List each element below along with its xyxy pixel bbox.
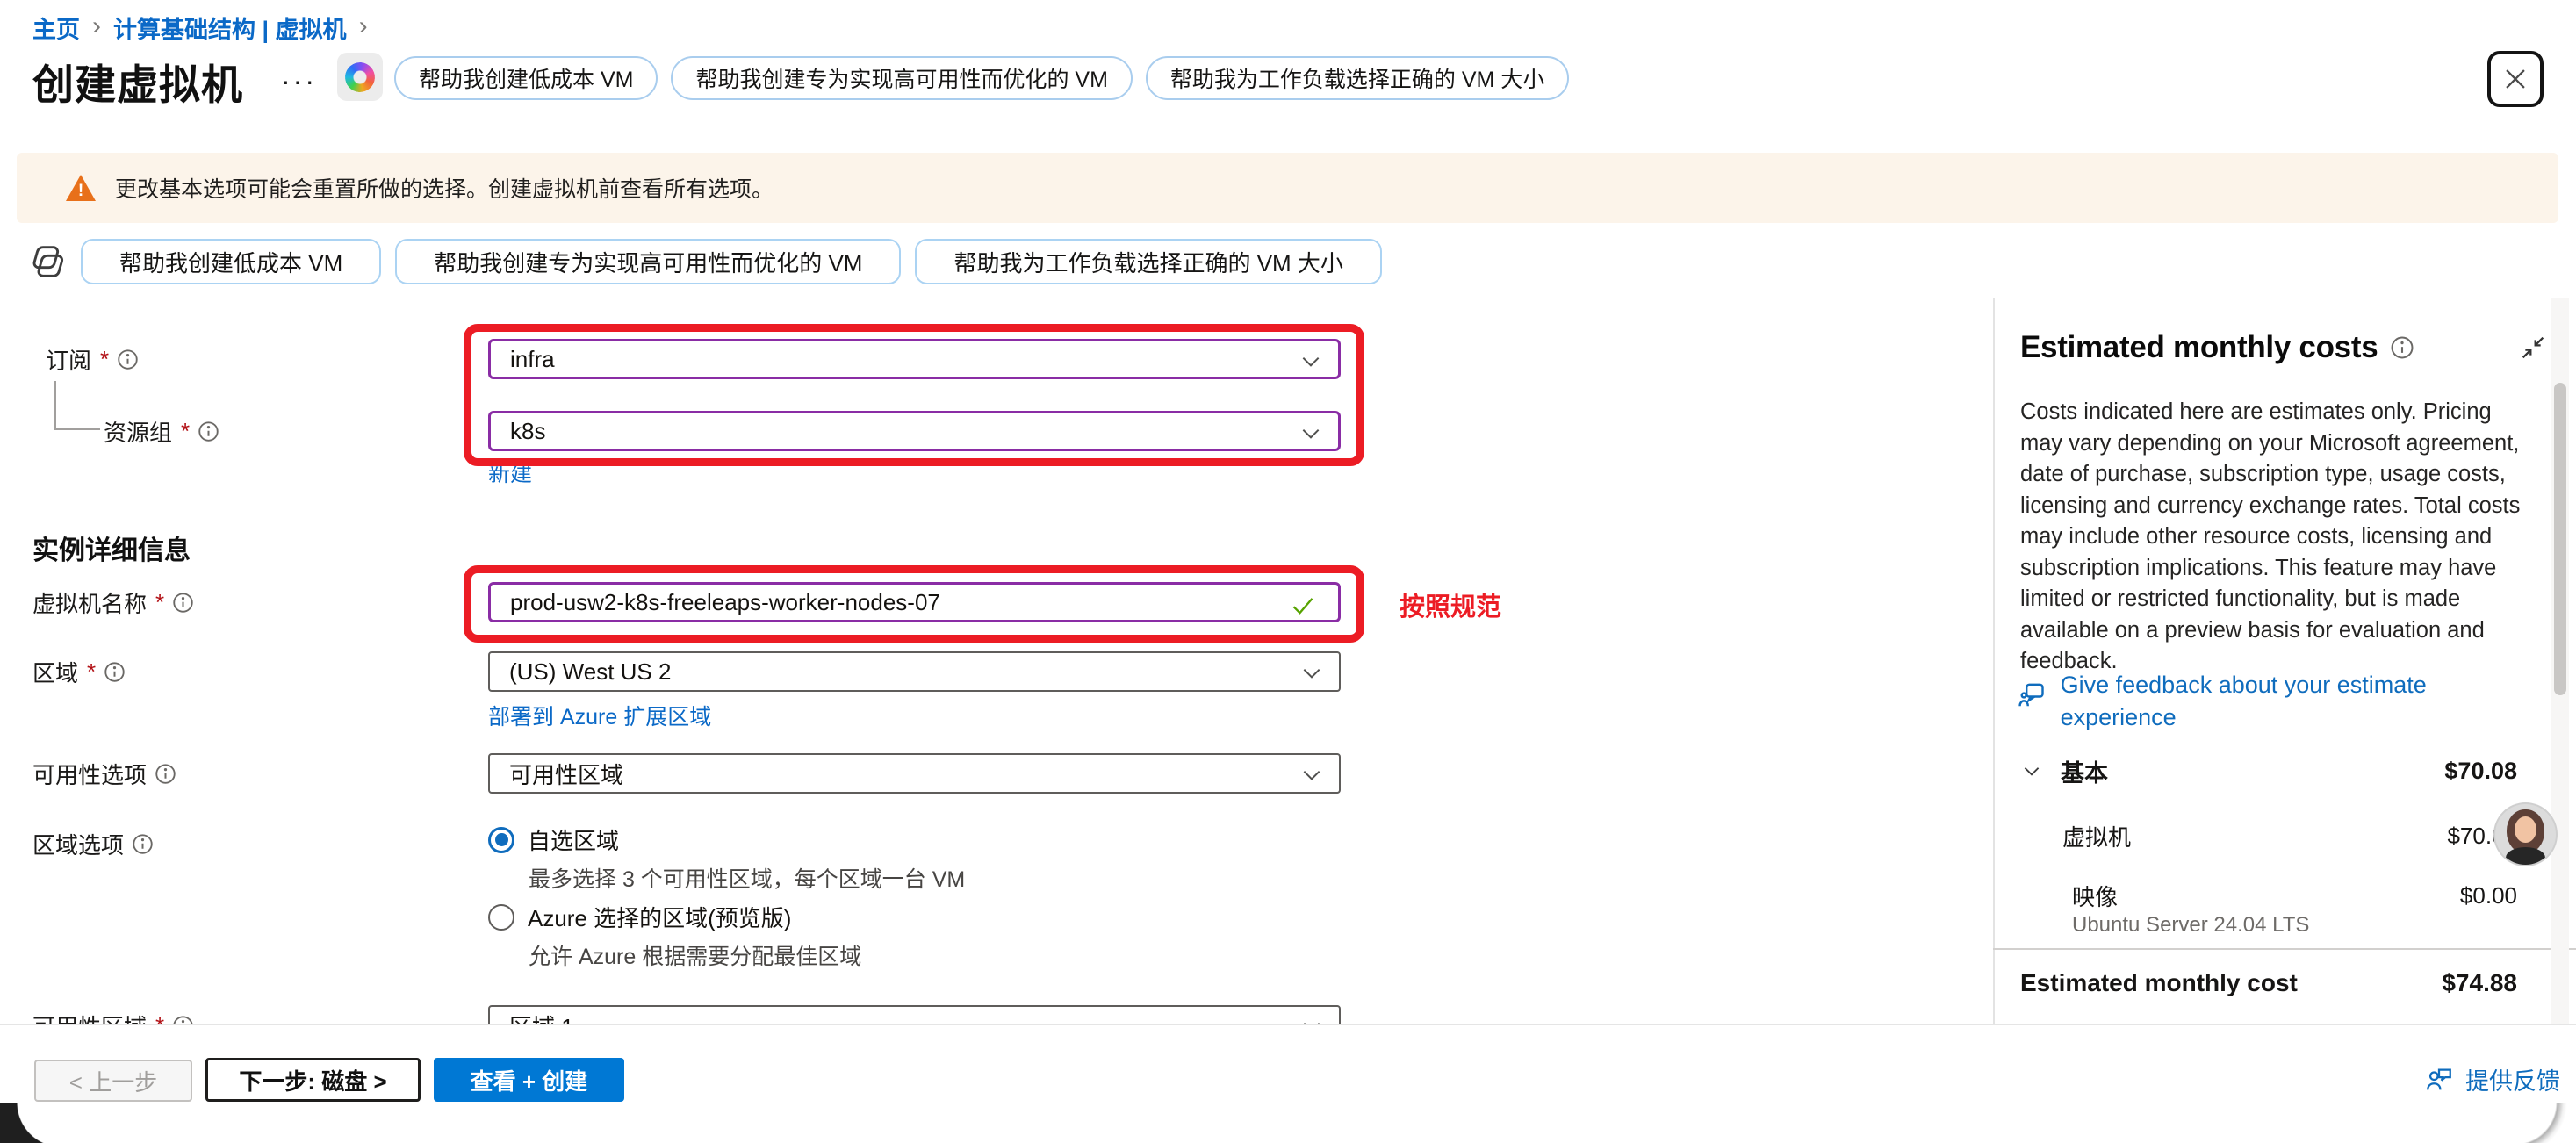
region-label: 区域* [32,651,126,692]
info-icon[interactable] [172,592,194,614]
cost-disclaimer-text: Costs indicated here are estimates only.… [2020,397,2528,678]
next-step-disks-button[interactable]: 下一步: 磁盘 > [205,1058,421,1102]
info-icon[interactable] [198,421,219,442]
panel-divider [1993,298,1995,1024]
scrollbar-thumb[interactable] [2554,383,2566,695]
give-feedback-link[interactable]: 提供反馈 [2423,1062,2560,1096]
zone-option-azure-select-description: 允许 Azure 根据需要分配最佳区域 [529,939,861,971]
info-icon[interactable] [117,349,139,370]
radio-selected-icon[interactable] [488,827,514,853]
cost-group-name: 基本 [2061,754,2444,788]
cost-item-name: 映像 [2072,880,2460,912]
instance-details-heading: 实例详细信息 [32,528,191,567]
info-icon[interactable] [172,1015,194,1024]
cost-total-label: Estimated monthly cost [2020,969,2442,997]
close-icon [2500,64,2530,94]
user-avatar[interactable] [2495,804,2556,865]
cost-panel-title: Estimated monthly costs [2020,330,2378,365]
window-corner [0,1103,61,1143]
chevron-down-icon [1299,422,1322,445]
person-feedback-icon [2423,1065,2455,1095]
zone-option-self-select-description: 最多选择 3 个可用性区域，每个区域一台 VM [529,862,965,894]
info-icon[interactable] [155,763,176,785]
avatar-body [2506,847,2545,865]
chevron-down-icon [1300,1016,1323,1024]
cost-divider [1993,948,2576,950]
chevron-down-icon [1300,662,1323,685]
vm-name-input[interactable]: prod-usw2-k8s-freeleaps-worker-nodes-07 [488,582,1341,622]
vm-name-label: 虚拟机名称* [32,582,194,622]
zone-option-azure-select[interactable]: Azure 选择的区域(预览版) [488,901,791,933]
region-dropdown[interactable]: (US) West US 2 [488,651,1341,692]
info-icon[interactable] [132,833,154,855]
chevron-down-icon [1300,764,1323,787]
cost-group-value: $70.08 [2444,758,2517,785]
close-button[interactable] [2487,51,2544,107]
info-icon[interactable] [2390,335,2414,360]
cost-item-name: 虚拟机 [2062,820,2447,852]
form-scroll-area: 订阅* infra 资源组* k8s 新建 实例详细信息 虚拟机名称* prod… [0,0,1993,1024]
extended-zone-link[interactable]: 部署到 Azure 扩展区域 [488,700,711,731]
cost-item-value: $0.00 [2460,882,2517,909]
cost-item-image-detail: Ubuntu Server 24.04 LTS [2072,913,2309,938]
availability-zone-label: 可用性区域* [32,1005,194,1024]
subscription-label: 订阅* [46,339,139,379]
cost-group-basic-row[interactable]: 基本 $70.08 [2020,751,2517,790]
cost-item-image-row: 映像 $0.00 [2072,878,2517,913]
annotation-text: 按照规范 [1400,586,1501,623]
info-icon[interactable] [104,661,126,683]
availability-options-label: 可用性选项 [32,753,176,794]
cost-panel-header: Estimated monthly costs [2020,330,2547,365]
feedback-bubbles-icon [2016,678,2048,713]
resource-group-dropdown[interactable]: k8s [488,411,1341,451]
radio-unselected-icon[interactable] [488,904,514,931]
review-create-button[interactable]: 查看 + 创建 [434,1058,624,1102]
create-new-resource-group-link[interactable]: 新建 [488,456,532,488]
valid-check-icon [1291,595,1315,616]
previous-step-button[interactable]: < 上一步 [34,1060,192,1102]
zone-options-label: 区域选项 [32,823,154,864]
resource-group-label: 资源组* [104,411,219,451]
collapse-panel-icon[interactable] [2519,334,2547,362]
cost-item-vm-row: 虚拟机 $70.08 [2062,818,2517,853]
estimate-feedback-link[interactable]: Give feedback about your estimate experi… [2016,669,2508,734]
subscription-dropdown[interactable]: infra [488,339,1341,379]
chevron-down-icon[interactable] [2020,759,2043,782]
cost-total-row: Estimated monthly cost $74.88 [2020,964,2517,1003]
chevron-down-icon [1299,350,1322,373]
window-corner [2515,1103,2576,1143]
nesting-connector-line [54,381,100,430]
avatar-face [2515,816,2536,843]
availability-zone-dropdown[interactable]: 区域 1 [488,1005,1341,1024]
availability-options-dropdown[interactable]: 可用性区域 [488,753,1341,794]
cost-total-value: $74.88 [2442,969,2517,997]
zone-option-self-select[interactable]: 自选区域 [488,823,619,856]
